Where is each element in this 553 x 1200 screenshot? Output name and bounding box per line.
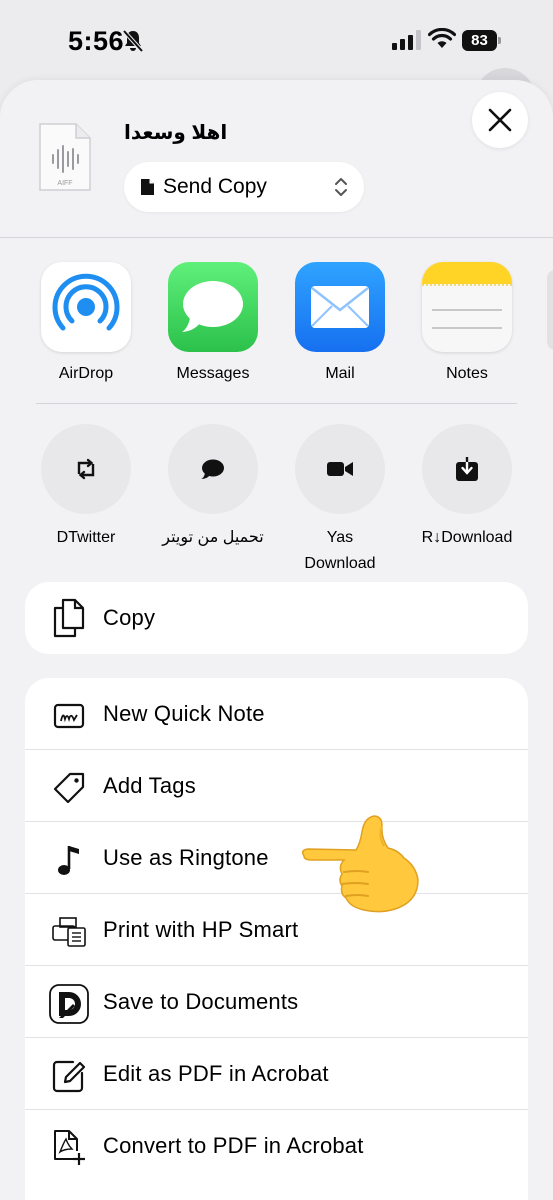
status-time: 5:56 xyxy=(68,26,125,56)
silent-bell-icon xyxy=(122,29,144,53)
shortcut-r-download[interactable]: R↓Download xyxy=(397,424,537,551)
mail-icon xyxy=(295,262,385,352)
next-app-peek xyxy=(547,270,553,350)
wifi-icon xyxy=(428,28,456,48)
shortcut-label: تحميل من تويتر xyxy=(162,529,264,546)
action-label: New Quick Note xyxy=(103,700,265,726)
send-mode-selector[interactable]: Send Copy xyxy=(124,162,364,212)
shortcut-label: DTwitter xyxy=(56,529,116,546)
file-title: اهلا وسعدا xyxy=(124,122,228,144)
app-label: AirDrop xyxy=(58,365,114,382)
music-note-icon xyxy=(49,840,89,880)
shortcut-yas-download[interactable]: Yas Download xyxy=(270,424,410,577)
action-new-quick-note[interactable]: New Quick Note xyxy=(25,678,528,750)
share-sheet: AIFF اهلا وسعدا Send Copy AirDrop Messag… xyxy=(0,80,553,1200)
app-label: Notes xyxy=(446,365,488,382)
speech-bubble-icon xyxy=(201,459,224,479)
battery-tip xyxy=(498,37,501,44)
action-use-as-ringtone[interactable]: Use as Ringtone xyxy=(25,822,528,894)
notes-icon xyxy=(422,262,512,352)
tag-icon xyxy=(49,768,89,808)
file-type-label: AIFF xyxy=(57,180,72,187)
apps-row: AirDrop Messages Mail Notes xyxy=(0,262,553,392)
shortcut-icon xyxy=(168,424,258,514)
app-label: Mail xyxy=(325,365,355,382)
app-mail[interactable]: Mail xyxy=(275,262,405,383)
printer-icon xyxy=(49,912,89,952)
action-label: Convert to PDF in Acrobat xyxy=(103,1133,364,1158)
airdrop-icon xyxy=(41,262,131,352)
shortcut-icon xyxy=(295,424,385,514)
action-label: Print with HP Smart xyxy=(103,916,299,942)
battery-indicator: 83 xyxy=(462,30,502,51)
close-button[interactable] xyxy=(472,92,528,148)
shortcuts-row: DTwitter تحميل من تويتر Yas Download R↓D… xyxy=(0,424,553,574)
action-print-hp-smart[interactable]: Print with HP Smart xyxy=(25,894,528,966)
documents-app-icon xyxy=(49,984,89,1024)
action-label: Add Tags xyxy=(103,772,196,798)
action-add-tags[interactable]: Add Tags xyxy=(25,750,528,822)
retweet-icon xyxy=(77,458,95,480)
messages-icon xyxy=(168,262,258,352)
share-header: AIFF اهلا وسعدا Send Copy xyxy=(0,80,553,238)
screen: 5:56 83 AIFF اهلا وسعدا Send Copy AirDro… xyxy=(0,0,553,1200)
action-save-to-documents[interactable]: Save to Documents xyxy=(25,966,528,1038)
app-airdrop[interactable]: AirDrop xyxy=(21,262,151,383)
shortcut-label: R↓Download xyxy=(421,529,513,546)
copy-label: Copy xyxy=(103,605,156,630)
convert-pdf-icon xyxy=(49,1128,89,1168)
video-camera-icon xyxy=(327,462,353,476)
shortcut-twitter-download-arabic[interactable]: تحميل من تويتر xyxy=(143,424,283,551)
pointing-hand-icon xyxy=(301,815,419,913)
app-notes[interactable]: Notes xyxy=(402,262,532,383)
shortcut-icon xyxy=(41,424,131,514)
app-messages[interactable]: Messages xyxy=(148,262,278,383)
action-label: Edit as PDF in Acrobat xyxy=(103,1060,329,1086)
document-icon xyxy=(141,179,154,195)
copy-icon xyxy=(49,598,89,638)
shortcut-dtwitter[interactable]: DTwitter xyxy=(16,424,156,551)
close-icon xyxy=(488,108,512,132)
status-bar: 5:56 83 xyxy=(0,0,553,80)
cellular-signal-icon xyxy=(392,30,421,50)
send-mode-label: Send Copy xyxy=(163,175,267,198)
action-edit-pdf-acrobat[interactable]: Edit as PDF in Acrobat xyxy=(25,1038,528,1110)
action-convert-pdf-acrobat[interactable]: Convert to PDF in Acrobat xyxy=(25,1110,528,1182)
quick-note-icon xyxy=(49,696,89,736)
action-label: Save to Documents xyxy=(103,988,299,1014)
action-label: Use as Ringtone xyxy=(103,844,269,870)
edit-pdf-icon xyxy=(49,1056,89,1096)
audio-file-icon: AIFF xyxy=(39,123,91,191)
copy-action[interactable]: Copy xyxy=(25,582,528,654)
section-divider xyxy=(36,403,517,404)
download-tray-icon xyxy=(456,457,478,481)
shortcut-label: Yas Download xyxy=(304,529,376,572)
actions-list: New Quick Note Add Tags Use as Ringtone … xyxy=(25,678,528,1200)
battery-level: 83 xyxy=(462,30,497,51)
chevron-up-down-icon xyxy=(335,178,347,196)
app-label: Messages xyxy=(176,365,250,382)
shortcut-icon xyxy=(422,424,512,514)
